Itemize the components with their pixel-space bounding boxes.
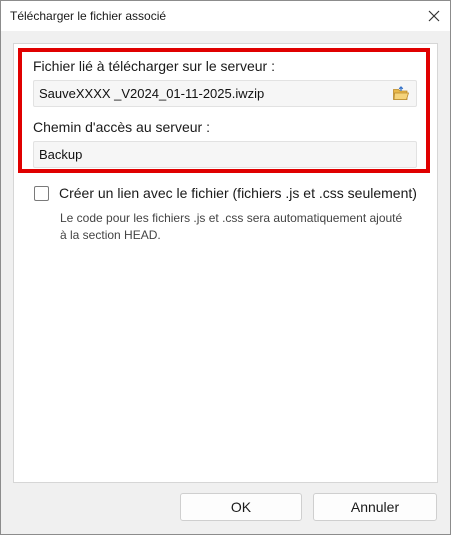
- hint-text: Le code pour les fichiers .js et .css se…: [60, 211, 403, 242]
- folder-open-icon[interactable]: [392, 85, 410, 103]
- title-bar: Télécharger le fichier associé: [1, 1, 450, 31]
- close-icon: [428, 10, 440, 22]
- path-value: Backup: [39, 147, 83, 162]
- dialog-title: Télécharger le fichier associé: [10, 9, 167, 23]
- dialog-window: Télécharger le fichier associé Fichier l…: [0, 0, 451, 535]
- file-value: SauveXXXX _V2024_01-11-2025.iwzip: [39, 86, 265, 101]
- path-field[interactable]: Backup: [33, 141, 417, 168]
- close-button[interactable]: [424, 6, 444, 26]
- link-checkbox[interactable]: [34, 186, 49, 201]
- link-checkbox-label[interactable]: Créer un lien avec le fichier (fichiers …: [59, 185, 417, 201]
- cancel-button[interactable]: Annuler: [313, 493, 437, 521]
- file-label: Fichier lié à télécharger sur le serveur…: [33, 58, 275, 74]
- path-label: Chemin d'accès au serveur :: [33, 119, 210, 135]
- ok-button[interactable]: OK: [180, 493, 302, 521]
- file-field[interactable]: SauveXXXX _V2024_01-11-2025.iwzip: [33, 80, 417, 107]
